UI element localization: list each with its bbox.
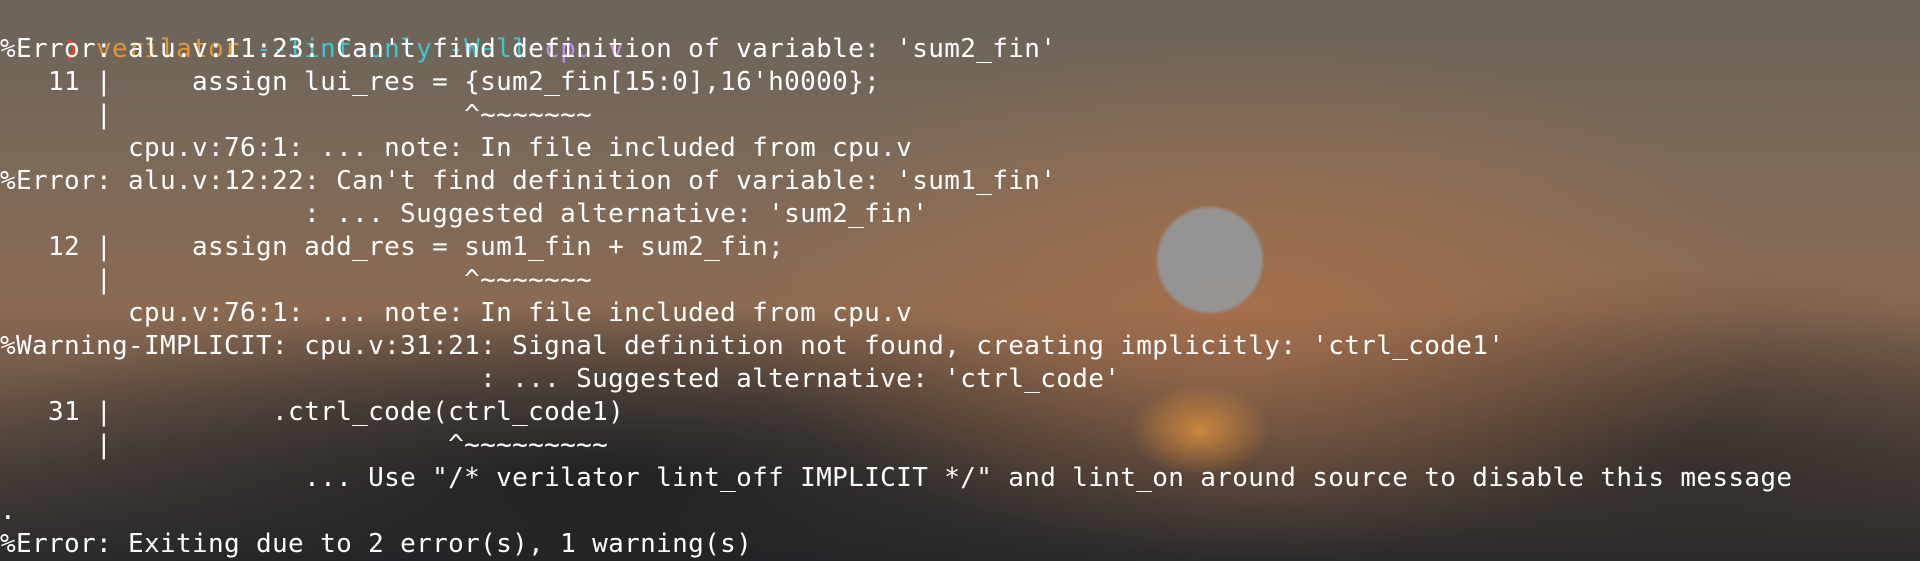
output-line: 12 | assign add_res = sum1_fin + sum2_fi… bbox=[0, 232, 785, 262]
output-line: %Error: alu.v:12:22: Can't find definiti… bbox=[0, 166, 1057, 196]
output-line: | ^~~~~~~~ bbox=[0, 265, 593, 295]
output-line: cpu.v:76:1: ... note: In file included f… bbox=[0, 298, 913, 328]
output-line: : ... Suggested alternative: 'sum2_fin' bbox=[0, 199, 929, 229]
output-line: | ^~~~~~~~~~ bbox=[0, 430, 609, 460]
output-line: 31 | .ctrl_code(ctrl_code1) bbox=[0, 397, 625, 427]
output-line: %Warning-IMPLICIT: cpu.v:31:21: Signal d… bbox=[0, 331, 1505, 361]
output-line: 11 | assign lui_res = {sum2_fin[15:0],16… bbox=[0, 67, 881, 97]
terminal-window[interactable]: ❯ verilator --lint-only -Wall cpu.v %Err… bbox=[0, 0, 1920, 561]
output-line: cpu.v:76:1: ... note: In file included f… bbox=[0, 133, 913, 163]
output-line: . bbox=[0, 496, 17, 526]
output-line: %Error: alu.v:11:23: Can't find definiti… bbox=[0, 34, 1057, 64]
output-line: ... Use "/* verilator lint_off IMPLICIT … bbox=[0, 463, 1793, 493]
output-line: : ... Suggested alternative: 'ctrl_code' bbox=[0, 364, 1121, 394]
command-line: ❯ verilator --lint-only -Wall cpu.v bbox=[0, 0, 624, 64]
output-line: | ^~~~~~~~ bbox=[0, 100, 593, 130]
output-line: %Error: Exiting due to 2 error(s), 1 war… bbox=[0, 529, 753, 559]
